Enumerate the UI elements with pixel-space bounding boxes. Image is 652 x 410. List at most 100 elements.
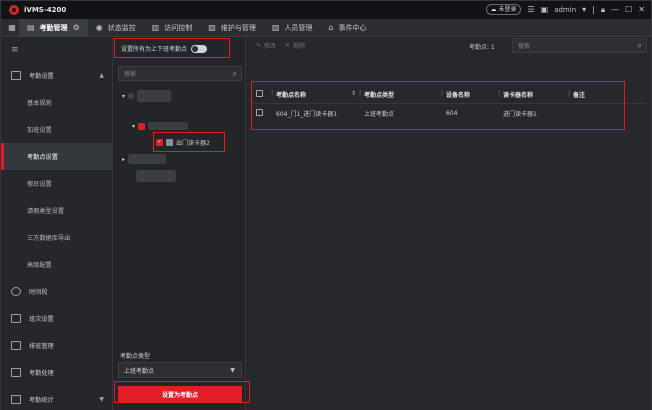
tab-maintenance[interactable]: ▧ 维护与管理 xyxy=(200,19,264,37)
sidebar-item-label: 班次设置 xyxy=(29,316,54,323)
reader-label: 出门读卡器2 xyxy=(176,140,210,147)
menu-list-icon[interactable]: ☰ xyxy=(527,5,534,14)
delete-label: 删除 xyxy=(293,43,306,50)
chevron-down-icon: ▼ xyxy=(99,396,104,403)
device-tree-panel: 设置所有为上下班考勤点 搜索 ⌕ ▾ ▾ ✓ 出门读卡器2 ▸ 考勤点类型 上班… xyxy=(114,38,246,410)
point-count: 考勤点: 1 xyxy=(469,44,495,51)
tree-search-input[interactable]: 搜索 ⌕ xyxy=(118,66,242,81)
cell-reader-name: 进门读卡器1 xyxy=(503,110,537,118)
tree-node-door[interactable]: ▾ xyxy=(132,122,189,130)
select-all-checkbox[interactable] xyxy=(256,90,263,97)
tree-node-reader[interactable]: ✓ 出门读卡器2 xyxy=(156,138,210,147)
sidebar-section-attendance-settings[interactable]: 考勤设置 ▲ xyxy=(1,62,112,89)
search-icon[interactable]: ⌕ xyxy=(233,69,237,79)
set-all-toggle-row: 设置所有为上下班考勤点 xyxy=(118,40,233,57)
cell-point-type: 上班考勤点 xyxy=(364,110,395,118)
column-label: 设备名称 xyxy=(446,92,471,99)
table-row[interactable]: 604_门1_进门读卡器1 上班考勤点 604 进门读卡器1 xyxy=(251,104,647,122)
tab-access-control[interactable]: ▥ 访问控制 xyxy=(144,19,201,37)
module-tab-bar: ▦ ▤ 考勤管理 ⚙ ◉ 状态监控 ▥ 访问控制 ▧ 维护与管理 ▨ 人员管理 … xyxy=(1,18,651,37)
sidebar-item-timeslot[interactable]: 时间段 xyxy=(1,278,112,305)
redacted-label xyxy=(137,90,172,102)
sidebar-item-label: 考勤点设置 xyxy=(27,154,58,161)
tab-person[interactable]: ▨ 人员管理 xyxy=(264,19,321,37)
close-icon[interactable]: ✕ xyxy=(638,5,645,14)
point-type-value: 上班考勤点 xyxy=(124,367,155,375)
tree-node-redacted[interactable] xyxy=(136,170,176,182)
tab-attendance[interactable]: ▤ 考勤管理 ⚙ xyxy=(19,18,88,37)
cell-point-name: 604_门1_进门读卡器1 xyxy=(276,110,338,118)
set-all-toggle-label: 设置所有为上下班考勤点 xyxy=(121,46,188,53)
cell-device-name: 604 xyxy=(446,109,458,117)
checkbox-checked-icon[interactable]: ✓ xyxy=(156,139,163,146)
column-point-type[interactable]: 考勤点类型 xyxy=(359,90,441,99)
app-window: iVMS-4200 ☁ 未登录 ☰ ▣ admin ▾ | 🔒︎ — ☐ ✕ ▦… xyxy=(0,0,652,410)
chevron-down-icon: ▾ xyxy=(122,92,126,100)
tree-node-collapsed[interactable]: ▸ xyxy=(122,154,167,164)
point-type-select[interactable]: 上班考勤点 ▼ xyxy=(118,362,242,378)
partial-check-icon[interactable] xyxy=(138,122,146,130)
sidebar-item-db-export[interactable]: 三方数据库导出 xyxy=(1,224,112,251)
hamburger-icon[interactable]: ≡ xyxy=(1,38,112,62)
sidebar-item-advanced[interactable]: 高级配置 xyxy=(1,251,112,278)
search-icon[interactable]: ⌕ xyxy=(638,41,642,51)
sidebar-item-basic-rules[interactable]: 基本规则 xyxy=(1,89,112,116)
sidebar-item-schedule[interactable]: 排班管理 xyxy=(1,332,112,359)
shift-icon xyxy=(11,314,21,323)
user-dropdown-icon[interactable]: ▾ xyxy=(582,5,586,14)
sidebar-item-label: 三方数据库导出 xyxy=(27,235,71,242)
sidebar-item-holiday[interactable]: 假日设置 xyxy=(1,170,112,197)
statistics-icon xyxy=(11,395,21,404)
tab-label: 事件中心 xyxy=(338,23,367,32)
delete-button[interactable]: ✕ 删除 xyxy=(285,41,305,50)
sidebar-item-process[interactable]: 考勤处理 xyxy=(1,359,112,386)
app-logo-icon xyxy=(9,5,19,15)
sidebar-item-label: 高级配置 xyxy=(27,262,52,269)
sidebar-item-overtime[interactable]: 加班设置 xyxy=(1,116,112,143)
sidebar-item-label: 假日设置 xyxy=(27,181,52,188)
tree-node-root[interactable]: ▾ xyxy=(122,90,172,102)
sidebar-item-leave-type[interactable]: 请假类型设置 xyxy=(1,197,112,224)
table-header: 考勤点名称 ⇕ 考勤点类型 设备名称 读卡器名称 备注 xyxy=(251,86,647,104)
edit-button[interactable]: ✎ 修改 xyxy=(256,41,276,50)
event-icon: ⌂ xyxy=(328,23,334,32)
main-search-input[interactable]: 搜索 ⌕ xyxy=(512,38,647,53)
tab-event-center[interactable]: ⌂ 事件中心 xyxy=(320,19,374,37)
tab-status-monitor[interactable]: ◉ 状态监控 xyxy=(88,19,144,37)
column-reader-name[interactable]: 读卡器名称 xyxy=(498,90,568,99)
lock-icon[interactable]: 🔒︎ xyxy=(601,5,605,15)
sidebar-item-label: 时间段 xyxy=(29,289,48,296)
edit-label: 修改 xyxy=(264,43,277,50)
grid-menu-icon[interactable]: ▦ xyxy=(5,23,19,32)
user-name[interactable]: admin xyxy=(554,6,576,14)
tab-label: 考勤管理 xyxy=(39,23,68,32)
edit-icon: ✎ xyxy=(256,42,262,49)
tab-settings-icon[interactable]: ⚙ xyxy=(73,23,80,32)
maximize-icon[interactable]: ☐ xyxy=(625,5,632,14)
title-controls: ☁ 未登录 ☰ ▣ admin ▾ | 🔒︎ — ☐ ✕ xyxy=(485,4,645,15)
chevron-down-icon: ▾ xyxy=(132,122,136,130)
clock-icon xyxy=(11,287,21,296)
reader-icon xyxy=(166,139,173,146)
sidebar-item-statistics[interactable]: 考勤统计 ▼ xyxy=(1,386,112,410)
sort-icon[interactable]: ⇕ xyxy=(351,90,356,97)
sidebar-item-shift[interactable]: 班次设置 xyxy=(1,305,112,332)
unregistered-badge[interactable]: ☁ 未登录 xyxy=(485,4,522,15)
column-point-name[interactable]: 考勤点名称 ⇕ xyxy=(271,90,359,99)
row-checkbox[interactable] xyxy=(256,108,263,116)
minimize-icon[interactable]: — xyxy=(611,5,619,14)
set-as-point-button[interactable]: 设置为考勤点 xyxy=(118,386,242,403)
column-label: 考勤点名称 xyxy=(276,92,307,99)
calendar-icon: ▤ xyxy=(27,23,35,32)
tab-label: 状态监控 xyxy=(107,23,136,32)
column-device-name[interactable]: 设备名称 xyxy=(441,90,498,99)
sidebar-item-attendance-point[interactable]: 考勤点设置 xyxy=(1,143,112,170)
process-icon xyxy=(11,368,21,377)
screenshot-icon[interactable]: ▣ xyxy=(541,5,549,14)
maintenance-icon: ▧ xyxy=(208,23,216,32)
column-note[interactable]: 备注 xyxy=(568,90,628,99)
set-all-toggle[interactable] xyxy=(191,44,208,53)
tree-search-placeholder: 搜索 xyxy=(124,71,137,78)
chevron-up-icon: ▲ xyxy=(99,72,104,79)
attendance-point-table: 考勤点名称 ⇕ 考勤点类型 设备名称 读卡器名称 备注 604_门1_进门读卡器1… xyxy=(251,86,647,122)
